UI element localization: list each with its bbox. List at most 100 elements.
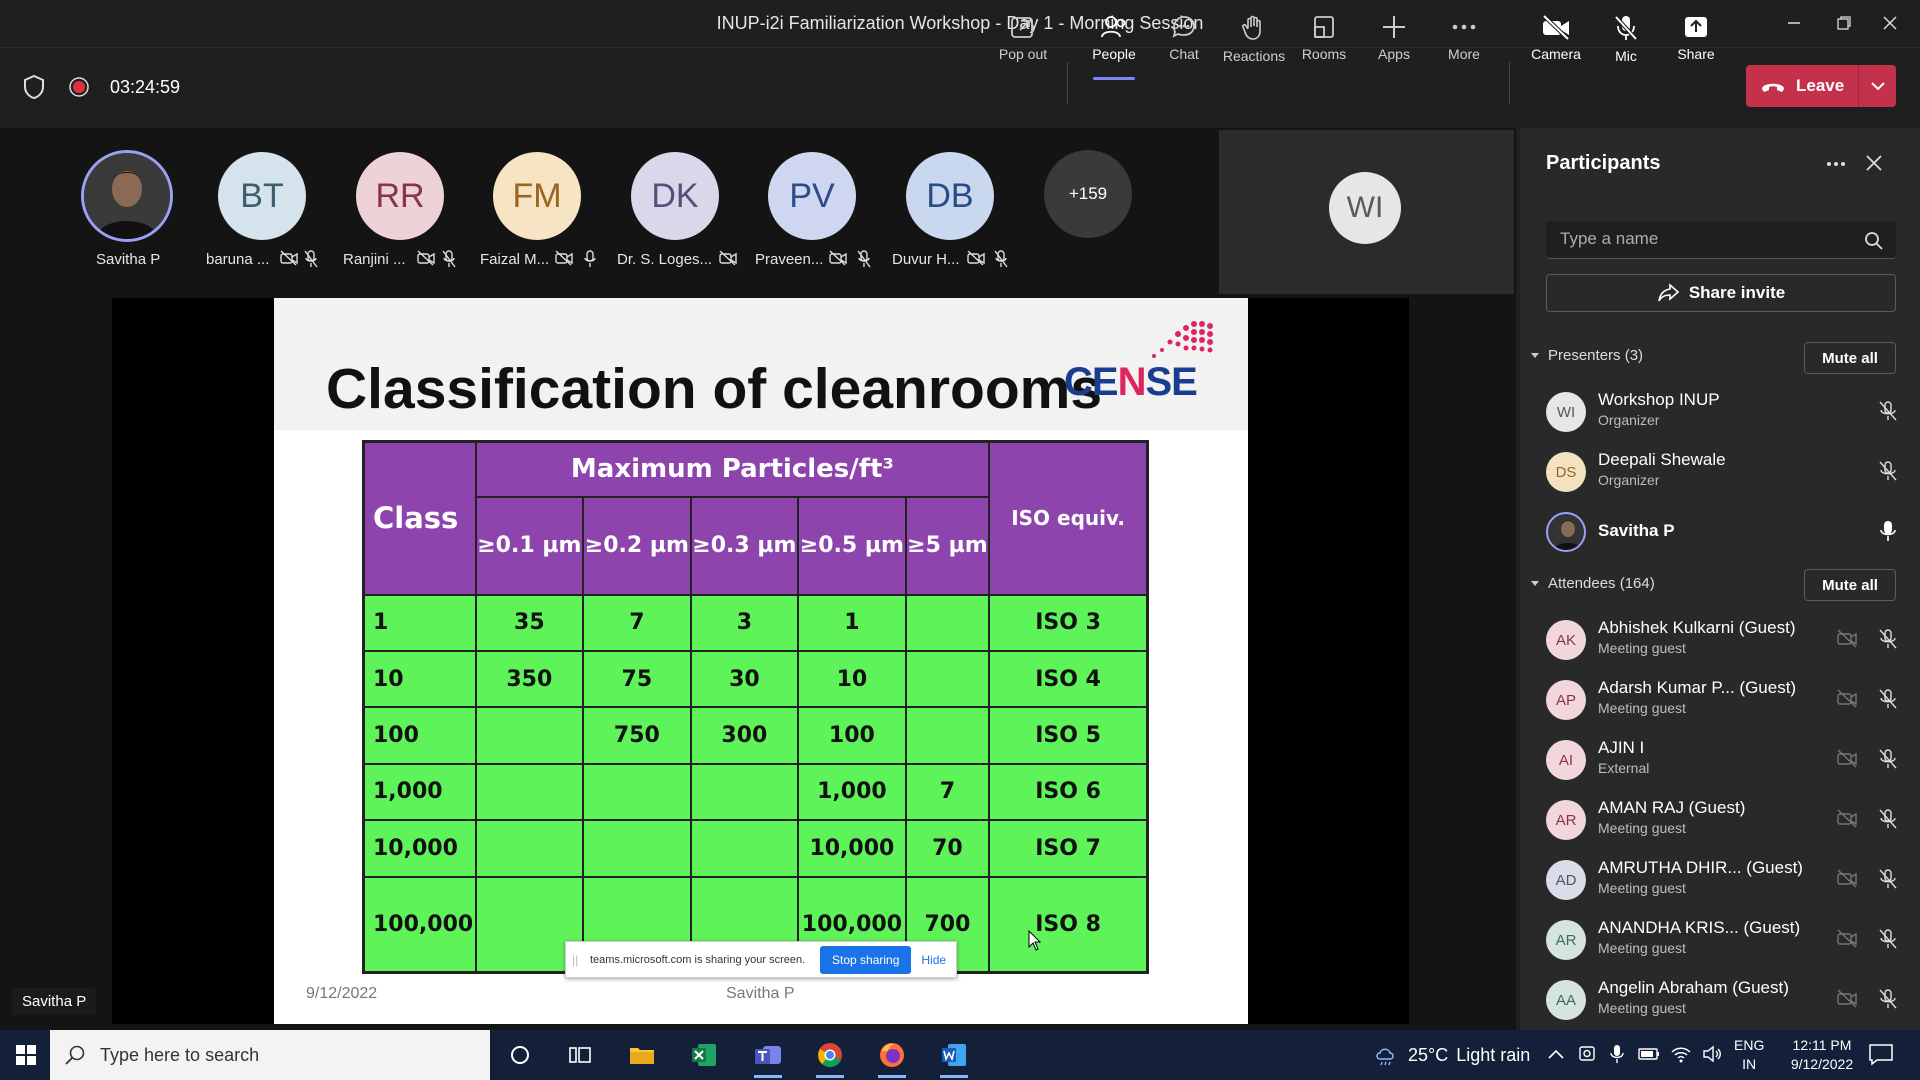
leave-button[interactable]: Leave (1746, 65, 1896, 107)
participant-row[interactable]: AA Angelin Abraham (Guest) Meeting guest (1546, 974, 1906, 1026)
participant-row[interactable]: WI Workshop INUP Organizer (1546, 386, 1906, 438)
attendees-section-toggle[interactable]: Attendees (164) (1530, 575, 1655, 592)
minimize-button[interactable] (1774, 8, 1814, 38)
logo-text: CE (1064, 360, 1119, 404)
more-participants-button[interactable]: +159 (1044, 150, 1132, 238)
mic-on-icon (1880, 521, 1896, 541)
mic-icon (584, 250, 596, 267)
task-view-icon (569, 1047, 591, 1063)
weather-text: Light rain (1456, 1045, 1531, 1065)
apps-button[interactable]: Apps (1361, 14, 1427, 72)
shield-icon (24, 74, 44, 100)
screen-sharing-bar: || teams.microsoft.com is sharing your s… (565, 941, 957, 978)
presentation-slide: Classification of cleanrooms CENSE Class… (274, 298, 1248, 1024)
mic-button[interactable]: Mic (1593, 14, 1659, 72)
people-button[interactable]: People (1081, 14, 1147, 80)
webcam-tray-icon[interactable] (1578, 1044, 1596, 1064)
table-cell: 10,000 (797, 819, 907, 878)
chrome-app[interactable] (806, 1038, 854, 1078)
participant-avatar[interactable]: RR (356, 152, 444, 240)
video-tile-organizer[interactable]: WI (1219, 130, 1514, 294)
popout-icon (1011, 17, 1033, 38)
leave-main[interactable]: Leave (1746, 65, 1858, 107)
task-view-button[interactable] (556, 1038, 604, 1072)
table-cell: ISO 3 (988, 593, 1149, 652)
participant-search-field[interactable] (1546, 221, 1896, 259)
firefox-app[interactable] (868, 1038, 916, 1078)
presenters-section-toggle[interactable]: Presenters (3) (1530, 347, 1643, 364)
participant-avatar[interactable]: PV (768, 152, 856, 240)
cortana-button[interactable] (496, 1038, 544, 1072)
more-options-icon[interactable] (1824, 154, 1848, 174)
toolbar-divider (1509, 62, 1510, 104)
mute-all-presenters-button[interactable]: Mute all (1804, 342, 1896, 374)
mic-off-icon (1614, 15, 1638, 41)
participant-avatar-savitha[interactable] (81, 150, 173, 242)
mute-all-attendees-button[interactable]: Mute all (1804, 569, 1896, 601)
word-icon (942, 1044, 966, 1066)
rooms-icon (1314, 16, 1334, 38)
apps-label: Apps (1378, 46, 1410, 62)
stop-sharing-button[interactable]: Stop sharing (820, 945, 912, 974)
participant-avatar[interactable]: DK (631, 152, 719, 240)
system-clock[interactable]: 12:11 PM 9/12/2022 (1772, 1036, 1872, 1074)
person-photo-icon (84, 153, 170, 239)
wifi-icon[interactable] (1670, 1044, 1692, 1064)
mic-tray-icon[interactable] (1610, 1044, 1624, 1064)
word-app[interactable] (930, 1038, 978, 1078)
participant-avatar[interactable]: BT (218, 152, 306, 240)
weather-widget[interactable]: 25°C Light rain (1374, 1045, 1530, 1067)
mic-off-icon (304, 250, 318, 268)
leave-label: Leave (1796, 76, 1845, 95)
language-indicator[interactable]: ENG IN (1734, 1036, 1764, 1074)
camera-off-icon (280, 250, 298, 266)
participant-row[interactable]: Savitha P (1546, 506, 1906, 558)
participant-avatar[interactable]: FM (493, 152, 581, 240)
leave-options-button[interactable] (1859, 81, 1896, 91)
close-window-button[interactable] (1870, 8, 1910, 38)
table-subheader: ≥0.5 µm (797, 495, 907, 596)
hide-button[interactable]: Hide (921, 953, 946, 967)
rooms-button[interactable]: Rooms (1291, 14, 1357, 72)
camera-button[interactable]: Camera (1523, 14, 1589, 72)
start-button[interactable] (6, 1038, 46, 1072)
camera-off-icon (417, 250, 435, 266)
participant-row[interactable]: DS Deepali Shewale Organizer (1546, 446, 1906, 498)
participant-row[interactable]: AP Adarsh Kumar P... (Guest) Meeting gue… (1546, 674, 1906, 726)
clock-time: 12:11 PM (1792, 1037, 1852, 1053)
participant-row[interactable]: AK Abhishek Kulkarni (Guest) Meeting gue… (1546, 614, 1906, 666)
more-button[interactable]: More (1431, 14, 1497, 72)
participant-row[interactable]: AD AMRUTHA DHIR... (Guest) Meeting guest (1546, 854, 1906, 906)
table-cell: 10 (362, 649, 477, 709)
notifications-icon[interactable] (1868, 1042, 1894, 1066)
participant-role: Meeting guest (1598, 640, 1686, 656)
participant-avatar: AA (1546, 980, 1586, 1020)
participant-row[interactable]: AI AJIN I External (1546, 734, 1906, 786)
excel-app[interactable] (680, 1038, 728, 1072)
speaker-icon[interactable] (1702, 1044, 1722, 1064)
share-invite-button[interactable]: Share invite (1546, 274, 1896, 312)
reactions-button[interactable]: Reactions (1221, 14, 1287, 72)
file-explorer-app[interactable] (618, 1038, 666, 1072)
minimize-icon (1788, 22, 1800, 24)
participant-avatar[interactable]: DB (906, 152, 994, 240)
participant-row[interactable]: AR ANANDHA KRIS... (Guest) Meeting guest (1546, 914, 1906, 966)
reactions-hand-icon (1242, 15, 1261, 40)
drag-handle-icon[interactable]: || (572, 953, 586, 967)
share-button[interactable]: Share (1663, 14, 1729, 72)
camera-off-icon (719, 250, 737, 266)
restore-button[interactable] (1824, 8, 1864, 38)
close-panel-icon[interactable] (1865, 154, 1883, 172)
stage-speaker-name: Savitha P (12, 988, 97, 1015)
battery-icon[interactable] (1638, 1044, 1660, 1064)
popout-button[interactable]: Pop out (990, 14, 1056, 72)
mic-off-icon (442, 250, 456, 268)
chevron-up-icon[interactable] (1548, 1048, 1564, 1060)
taskbar-search-box[interactable]: Type here to search (50, 1030, 490, 1080)
participant-search-input[interactable] (1560, 229, 1860, 249)
teams-app[interactable] (744, 1038, 792, 1078)
chat-button[interactable]: Chat (1151, 14, 1217, 72)
reactions-label: Reactions (1222, 48, 1286, 64)
participant-row[interactable]: AR AMAN RAJ (Guest) Meeting guest (1546, 794, 1906, 846)
camera-off-icon (1837, 689, 1857, 708)
